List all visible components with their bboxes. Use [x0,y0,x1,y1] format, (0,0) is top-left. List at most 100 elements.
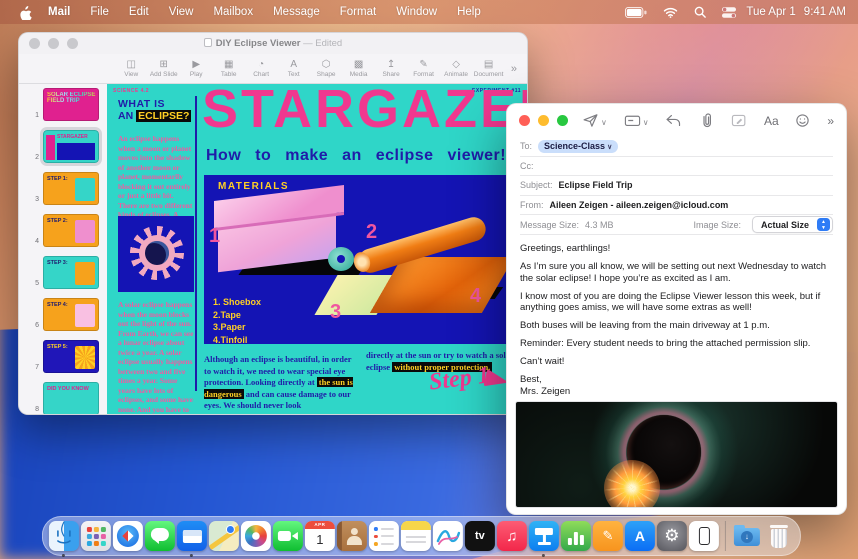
dock-item-downloads[interactable]: ↓ [732,521,762,555]
mail-message-body[interactable]: Greetings, earthlings! As I’m sure you a… [507,235,846,397]
media-icon: ▩ [342,60,374,70]
dock-item-music[interactable]: ♫ [497,521,527,555]
chart-button[interactable]: ◔Chart [245,60,277,78]
dock-item-pages[interactable]: ✎ [593,521,623,555]
emoji-button[interactable] [795,113,810,128]
slide-heading-line2: AN ECLIPSE? [118,110,191,122]
apple-menu-icon[interactable] [18,5,32,20]
control-center-icon[interactable] [722,7,736,18]
dock-item-keynote[interactable] [529,521,559,555]
menu-item-help[interactable]: Help [457,6,481,18]
animate-button[interactable]: ◇Animate [440,60,472,78]
slide-thumbnail-2-selected[interactable]: 2 STARGAZER [19,130,107,163]
menu-item-edit[interactable]: Edit [129,6,149,18]
close-button[interactable] [519,115,530,126]
dock-item-maps[interactable] [209,521,239,555]
attachment-button[interactable] [699,112,714,129]
pages-icon: ✎ [593,521,623,551]
header-fields-button[interactable] [624,113,641,128]
toolbar-overflow-button[interactable]: » [827,114,834,128]
menu-item-mailbox[interactable]: Mailbox [213,6,253,18]
menu-item-view[interactable]: View [169,6,194,18]
materials-heading: MATERIALS [218,181,289,192]
markup-button[interactable] [731,113,747,128]
mail-icon [177,521,207,551]
slide-canvas[interactable]: SCIENCE 4.2 EXPERIMENT #11 WHAT IS AN EC… [107,84,528,415]
minimize-button[interactable] [538,115,549,126]
recipient-token[interactable]: Science-Class∨ [538,140,618,153]
dock-item-notes[interactable] [401,521,431,555]
reply-icon[interactable] [665,113,682,128]
slide-thumbnail-7[interactable]: 7 STEP 5: [19,340,107,373]
menu-item-format[interactable]: Format [340,6,376,18]
dock-item-mail[interactable] [177,521,207,555]
subject-field[interactable]: Subject: Eclipse Field Trip [520,176,833,196]
menu-app-name[interactable]: Mail [48,6,70,18]
trash-icon [764,521,794,551]
dock-item-numbers[interactable] [561,521,591,555]
numbers-icon [561,521,591,551]
eclipse-photo-attachment[interactable] [515,401,838,508]
play-button[interactable]: ▶Play [180,60,212,78]
dock-item-freeform[interactable] [433,521,463,555]
menu-item-window[interactable]: Window [396,6,437,18]
mail-compose-window[interactable]: ∨ ∨ Aa » To: Science-Class∨ Cc: [506,103,847,515]
wifi-icon[interactable] [663,7,678,18]
materials-item-4: 4.Tinfoil [213,334,261,345]
table-button[interactable]: ▦Table [212,60,244,78]
dock-item-finder[interactable] [49,521,79,555]
dock-item-appletv[interactable]: tv [465,521,495,555]
text-button[interactable]: AText [277,60,309,78]
dock-item-messages[interactable] [145,521,175,555]
dock-item-contacts[interactable] [337,521,367,555]
image-size-select[interactable]: Actual Size ▲▼ [752,216,833,233]
slide-thumbnail-4[interactable]: 4 STEP 2: [19,214,107,247]
dock-item-appstore[interactable]: A [625,521,655,555]
share-icon: ↥ [375,60,407,70]
send-options-chevron[interactable]: ∨ [601,118,607,127]
dock-item-facetime[interactable] [273,521,303,555]
send-button[interactable] [582,112,599,129]
from-field[interactable]: From: Aileen Zeigen - aileen.zeigen@iclo… [520,196,833,216]
menu-item-message[interactable]: Message [273,6,320,18]
slide-thumbnail-6[interactable]: 6 STEP 4: [19,298,107,331]
slide-thumbnail-5[interactable]: 5 STEP 3: [19,256,107,289]
document-button[interactable]: ▤Document [472,60,504,78]
search-icon[interactable] [694,6,706,18]
dock-item-settings[interactable]: ⚙ [657,521,687,555]
keynote-titlebar[interactable]: DIY Eclipse Viewer — Edited [19,33,527,54]
dock-item-reminders[interactable] [369,521,399,555]
menu-clock[interactable]: Tue Apr 1 9:41 AM [746,6,846,18]
header-fields-chevron[interactable]: ∨ [643,118,649,127]
slide-thumbnail-3[interactable]: 3 STEP 1: [19,172,107,205]
slide-thumbnail-1[interactable]: 1 SOLAR ECLIPSE FIELD TRIP [19,88,107,121]
battery-icon[interactable] [625,7,647,18]
share-button[interactable]: ↥Share [375,60,407,78]
format-button[interactable]: ✎Format [407,60,439,78]
format-text-button[interactable]: Aa [764,114,779,128]
menu-item-file[interactable]: File [90,6,109,18]
media-button[interactable]: ▩Media [342,60,374,78]
to-field[interactable]: To: Science-Class∨ [520,137,833,157]
dock-item-photos[interactable] [241,521,271,555]
toolbar-overflow-button[interactable]: » [505,63,517,75]
add-slide-button[interactable]: ⊞Add Slide [147,60,179,78]
slide-thumbnail-8[interactable]: 8 DID YOU KNOW [19,382,107,415]
downloads-folder-icon: ↓ [732,521,762,551]
dock-item-trash[interactable] [764,521,794,555]
cc-field[interactable]: Cc: [520,157,833,177]
dock-item-launchpad[interactable] [81,521,111,555]
calendar-day: 1 [316,529,323,550]
body-paragraph: Can’t wait! [520,356,833,368]
view-button[interactable]: ◫View [115,60,147,78]
zoom-button[interactable] [557,115,568,126]
dock-item-safari[interactable] [113,521,143,555]
dock-item-iphone-mirroring[interactable] [689,521,719,555]
body-paragraph: Reminder: Every student needs to bring t… [520,338,833,350]
shape-button[interactable]: ⬡Shape [310,60,342,78]
clock-date: Tue Apr 1 [746,6,795,18]
keynote-window[interactable]: DIY Eclipse Viewer — Edited ◫View ⊞Add S… [18,32,528,415]
dock-item-calendar[interactable]: APR1 [305,521,335,555]
materials-item-3: 3.Paper [213,321,261,334]
launchpad-icon [81,521,111,551]
